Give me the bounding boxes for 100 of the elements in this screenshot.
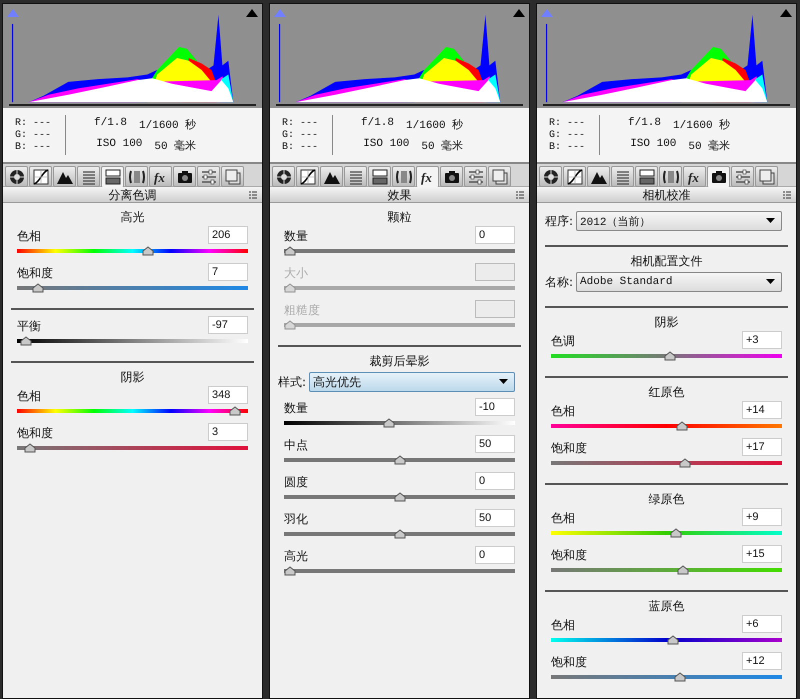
rgb-readout: B: --- [282, 142, 320, 152]
slider-thumb[interactable] [394, 455, 406, 465]
sliders-icon [200, 168, 218, 186]
triangle-warning-icon[interactable] [512, 7, 526, 19]
value-field[interactable]: +6 [742, 615, 782, 633]
panel-tab[interactable] [197, 166, 220, 187]
panel-tab[interactable] [392, 166, 415, 187]
slider-label: 色相 [551, 617, 575, 633]
value-field[interactable]: +14 [742, 401, 782, 419]
panel-tab[interactable] [5, 166, 28, 187]
split-rectangles-icon [104, 168, 122, 186]
panel-tab[interactable] [611, 166, 634, 187]
caret-icon [499, 379, 508, 385]
panel-tab[interactable] [539, 166, 562, 187]
panel-tab[interactable] [755, 166, 778, 187]
slider-thumb[interactable] [394, 492, 406, 502]
dropdown[interactable]: 高光优先 [309, 372, 515, 392]
slider-thumb[interactable] [664, 351, 676, 361]
panel-tab[interactable] [53, 166, 76, 187]
sliders-icon [466, 168, 484, 186]
lens-icon [662, 168, 680, 186]
value-field[interactable]: 50 [475, 435, 515, 453]
value-field[interactable]: 50 [475, 509, 515, 527]
split-rectangles-icon [370, 168, 388, 186]
panel-tab[interactable] [731, 166, 754, 187]
panel-tab[interactable] [368, 166, 391, 187]
value-field[interactable]: 7 [208, 263, 248, 281]
value-field[interactable]: 0 [475, 226, 515, 244]
panel-tab[interactable] [707, 166, 730, 188]
value-field[interactable]: -97 [208, 316, 248, 334]
value-field[interactable]: 0 [475, 472, 515, 490]
slider-label: 色调 [551, 333, 575, 349]
section-heading: 高光 [120, 209, 146, 225]
slider-thumb[interactable] [24, 443, 36, 453]
panel-tab[interactable] [272, 166, 295, 187]
panel-tab[interactable] [344, 166, 367, 187]
slider-thumb[interactable] [679, 458, 692, 468]
slider-thumb[interactable] [670, 528, 682, 538]
value-field[interactable]: 206 [208, 226, 248, 244]
slider-thumb[interactable] [674, 672, 686, 682]
menu-icon[interactable] [249, 191, 259, 199]
panel-tab[interactable] [488, 166, 511, 187]
exif-value: ISO 100 [96, 138, 142, 152]
slider-thumb[interactable] [32, 283, 44, 293]
slider-label: 数量 [284, 228, 308, 244]
dropdown[interactable]: Adobe Standard [576, 272, 782, 292]
value-field[interactable]: +9 [742, 508, 782, 526]
panel-tab[interactable] [659, 166, 682, 187]
panel-tab[interactable] [464, 166, 487, 187]
exif-value: f/1.8 [628, 117, 662, 131]
panel-tab[interactable] [563, 166, 586, 187]
split-rectangles-icon [638, 168, 656, 186]
slider-thumb[interactable] [382, 418, 395, 428]
value-field[interactable]: 3 [208, 423, 248, 441]
panel-tab[interactable] [29, 166, 52, 187]
slider-label: 平衡 [17, 318, 41, 334]
section-heading: 阴影 [120, 369, 146, 385]
caret-icon [766, 279, 775, 285]
panel-tab[interactable] [587, 166, 610, 187]
slider-thumb[interactable] [676, 421, 688, 431]
panel-tab[interactable] [125, 166, 148, 187]
slider-thumb[interactable] [676, 565, 689, 575]
value-field[interactable]: 0 [475, 546, 515, 564]
section-heading: 相机配置文件 [630, 253, 704, 269]
slider-thumb[interactable] [284, 246, 296, 256]
section-heading: 绿原色 [648, 491, 686, 507]
triangle-warning-icon[interactable] [779, 7, 793, 19]
stacked-squares-icon [490, 168, 508, 186]
menu-icon[interactable] [783, 191, 793, 199]
section-heading: 阴影 [654, 314, 680, 330]
slider-thumb[interactable] [284, 566, 296, 576]
panel-tab[interactable] [77, 166, 100, 187]
camera-icon [710, 168, 728, 186]
exif-value: 1/1600 秒 [673, 118, 730, 132]
value-field[interactable]: +12 [742, 652, 782, 670]
triangle-warning-icon[interactable] [245, 7, 259, 19]
exif-value: f/1.8 [361, 117, 394, 131]
slider-label: 粗糙度 [284, 302, 320, 318]
slider-thumb[interactable] [142, 246, 154, 256]
rgb-readout: R: --- [15, 118, 52, 128]
panel-tab[interactable] [320, 166, 343, 187]
slider-thumb[interactable] [20, 336, 32, 346]
value-field[interactable]: +17 [742, 438, 782, 456]
panel-tab[interactable] [635, 166, 658, 187]
slider-thumb[interactable] [228, 406, 241, 416]
menu-icon[interactable] [516, 191, 526, 199]
rgb-readout: G: --- [282, 130, 320, 140]
panel-tab[interactable] [221, 166, 244, 187]
value-field[interactable]: +3 [742, 331, 782, 349]
value-field[interactable]: +15 [742, 545, 782, 563]
panel-tab[interactable] [173, 166, 196, 187]
slider-thumb[interactable] [667, 635, 680, 645]
dropdown[interactable]: 2012（当前） [576, 211, 782, 231]
value-field[interactable]: 348 [208, 386, 248, 404]
slider-label: 饱和度 [551, 440, 587, 456]
slider-thumb[interactable] [394, 529, 406, 539]
panel-tab[interactable] [101, 166, 124, 188]
panel-tab[interactable] [296, 166, 319, 187]
panel-tab[interactable] [440, 166, 463, 187]
value-field[interactable]: -10 [475, 398, 515, 416]
